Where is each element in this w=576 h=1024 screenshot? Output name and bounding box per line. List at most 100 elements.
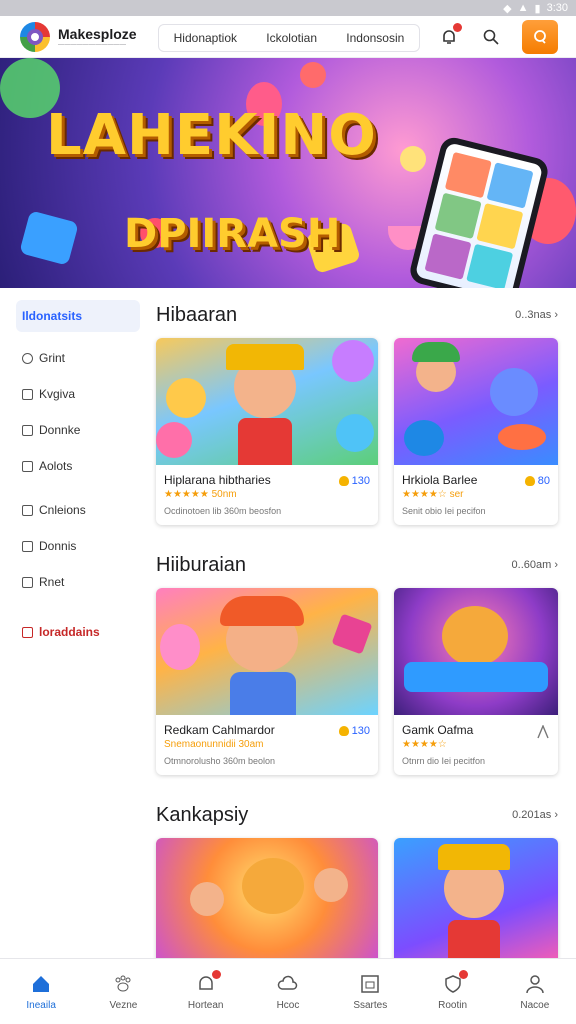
person-icon xyxy=(524,973,546,995)
sidebar-item-label: Aolots xyxy=(39,459,73,473)
profile-icon xyxy=(534,30,546,44)
game-card[interactable] xyxy=(156,838,378,968)
profile-button[interactable] xyxy=(522,20,558,54)
sidebar-item-4[interactable]: Donnke xyxy=(16,412,140,448)
game-card[interactable]: Redkam Cahlmardor Snemaonunnidii 30am Ot… xyxy=(156,588,378,775)
bottom-nav: Ineaila Vezne Hortean Hcoc Ssartes Rooti… xyxy=(0,958,576,1024)
brand-name: Makesploze xyxy=(58,25,137,42)
section-1: Hibaaran 0..3nas › Hiplarana hibtharies … xyxy=(156,300,558,525)
bottom-nav-item[interactable]: Ssartes xyxy=(335,973,405,1011)
bottom-nav-label: Rootin xyxy=(438,999,467,1011)
bell-icon[interactable] xyxy=(438,23,462,48)
frame-icon xyxy=(359,973,381,995)
bottom-nav-item[interactable]: Hcoc xyxy=(253,973,323,1011)
game-title: Gamk Oafma xyxy=(402,723,474,737)
bottom-nav-home[interactable]: Ineaila xyxy=(6,973,76,1011)
game-thumbnail xyxy=(394,838,558,968)
sidebar-item-label: Grint xyxy=(39,351,66,365)
game-description: Otnrn dio Iei pecitfon xyxy=(402,756,486,766)
status-time: 3:30 xyxy=(546,2,568,14)
nav-item-3[interactable]: Indonsosin xyxy=(346,31,404,45)
brand: Makesploze ——————————— xyxy=(58,26,137,48)
signal-icon: ▲ xyxy=(517,2,529,14)
bottom-nav-label: Ineaila xyxy=(26,999,56,1011)
section-title: Hiiburaian xyxy=(156,553,247,576)
sidebar-item-5[interactable]: Aolots xyxy=(16,448,140,484)
game-players: 130 xyxy=(338,475,370,487)
banner-subtitle: DPIIRASH xyxy=(124,211,341,257)
game-card[interactable]: Gamk Oafma ★★★★☆ Otnrn dio Iei pecitfon xyxy=(394,588,558,775)
bottom-nav-label: Vezne xyxy=(109,999,138,1011)
game-card[interactable]: Hiplarana hibtharies ★★★★★ 50nm Ocdinoto… xyxy=(156,338,378,525)
game-thumbnail xyxy=(156,338,378,465)
sidebar-item-label: Kvgiva xyxy=(39,387,76,401)
bookmark-icon xyxy=(22,424,33,436)
copy-icon xyxy=(22,540,33,552)
battery-icon: ▮ xyxy=(534,2,541,15)
sidebar-item-8[interactable]: Rnet xyxy=(16,564,140,600)
game-card[interactable] xyxy=(394,838,558,968)
notification-badge xyxy=(211,969,221,979)
search-icon[interactable] xyxy=(480,26,502,48)
section-title: Kankapsiy xyxy=(156,803,249,826)
app-logo[interactable] xyxy=(20,21,50,52)
trophy-icon xyxy=(338,726,349,736)
see-more-link[interactable]: 0.201as › xyxy=(512,809,558,821)
game-description: Ocdinotoen lib 360m beosfon xyxy=(164,506,282,516)
nav-item-2[interactable]: Ickolotian xyxy=(266,31,317,45)
house-icon xyxy=(22,576,33,588)
trophy-icon xyxy=(338,476,349,486)
wifi-icon: ◆ xyxy=(503,2,512,15)
sidebar-item-2[interactable]: Grint xyxy=(16,340,140,376)
banner-title: LAHEKINO xyxy=(46,103,377,168)
sidebar-item-label: Cnleions xyxy=(39,503,86,517)
game-rating: ★★★★☆ xyxy=(402,739,447,750)
sidebar-item-9[interactable]: loraddains xyxy=(16,614,140,650)
bell-icon xyxy=(195,969,221,995)
shield-icon xyxy=(442,969,468,995)
chart-icon xyxy=(22,460,33,472)
sidebar-item-6[interactable]: Cnleions xyxy=(16,492,140,528)
sidebar-item-label: Ildonatsits xyxy=(22,309,83,323)
game-players: 130 xyxy=(338,725,370,737)
see-more-link[interactable]: 0..3nas › xyxy=(515,309,558,321)
sidebar-item-label: Donnis xyxy=(39,539,77,553)
section-2: Hiiburaian 0..60am › Redkam Cahlmardor S… xyxy=(156,550,558,775)
notification-badge xyxy=(453,23,462,32)
paw-icon xyxy=(22,388,33,400)
brand-tagline: ——————————— xyxy=(58,41,127,48)
flag-icon xyxy=(22,626,33,638)
sidebar-item-1[interactable]: Ildonatsits xyxy=(16,300,140,332)
game-thumbnail xyxy=(156,838,378,968)
share-icon[interactable] xyxy=(536,725,550,739)
sidebar-item-label: Donnke xyxy=(39,423,81,437)
notification-badge xyxy=(458,969,468,979)
bottom-nav-item[interactable]: Nacoe xyxy=(500,973,570,1011)
sidebar-item-7[interactable]: Donnis xyxy=(16,528,140,564)
phone-illustration xyxy=(407,134,551,288)
game-card[interactable]: Hrkiola Barlee ★★★★☆ ser Senit obio Iei … xyxy=(394,338,558,525)
game-rating: Snemaonunnidii 30am xyxy=(164,739,264,750)
bottom-nav-item[interactable]: Rootin xyxy=(418,969,488,1011)
game-players: 80 xyxy=(524,475,550,487)
bottom-nav-item[interactable]: Hortean xyxy=(171,969,241,1011)
message-icon xyxy=(22,504,33,516)
grid-icon xyxy=(22,352,33,364)
hero-banner[interactable]: LAHEKINO DPIIRASH xyxy=(0,58,576,288)
see-more-link[interactable]: 0..60am › xyxy=(512,559,558,571)
paw-icon xyxy=(112,973,134,995)
bottom-nav-item[interactable]: Vezne xyxy=(88,973,158,1011)
trophy-icon xyxy=(524,476,535,486)
cloud-icon xyxy=(277,973,299,995)
home-icon xyxy=(30,973,52,995)
game-rating: ★★★★☆ ser xyxy=(402,489,464,500)
bottom-nav-label: Nacoe xyxy=(520,999,550,1011)
sidebar-item-label: loraddains xyxy=(39,625,100,639)
section-title: Hibaaran xyxy=(156,303,238,326)
sidebar-item-3[interactable]: Kvgiva xyxy=(16,376,140,412)
nav-item-1[interactable]: Hidonaptiok xyxy=(174,31,237,45)
top-nav: Hidonaptiok Ickolotian Indonsosin xyxy=(158,24,420,52)
status-bar: ◆ ▲ ▮ 3:30 xyxy=(0,0,576,16)
game-description: Otmnorolusho 360m beolon xyxy=(164,756,276,766)
game-rating: ★★★★★ 50nm xyxy=(164,489,237,500)
